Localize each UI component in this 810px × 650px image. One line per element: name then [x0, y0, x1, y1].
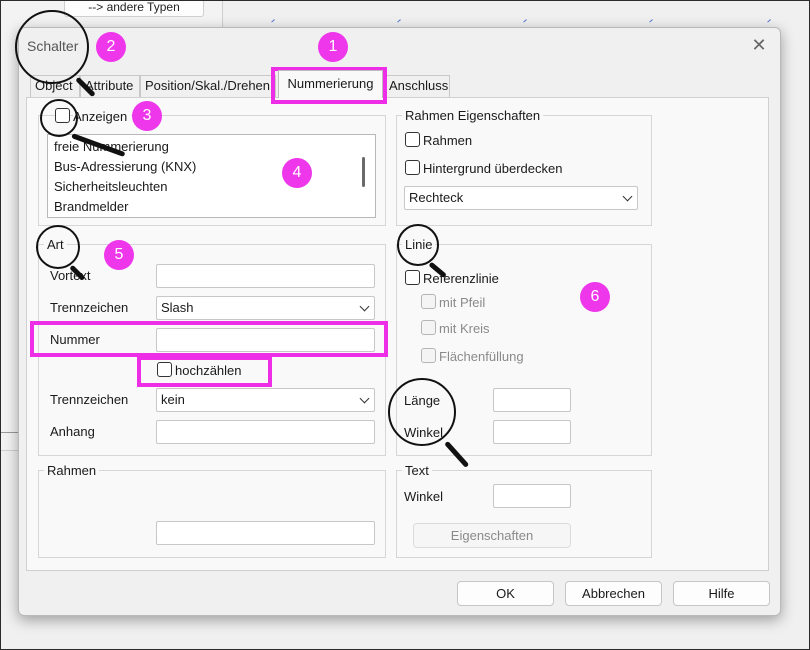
- properties-button[interactable]: Eigenschaften: [413, 523, 571, 548]
- line-angle-label: Winkel: [404, 425, 444, 440]
- tab-position[interactable]: Position/Skal./Drehen: [140, 75, 276, 97]
- separator2-select[interactable]: kein: [156, 388, 375, 412]
- show-label: Anzeigen: [73, 109, 132, 125]
- text-angle-label: Winkel: [404, 489, 444, 504]
- number-label: Nummer: [50, 332, 100, 347]
- chevron-down-icon: [622, 191, 633, 202]
- chevron-down-icon: [359, 393, 370, 404]
- increment-label: hochzählen: [175, 363, 242, 378]
- frame-checkbox[interactable]: [405, 132, 420, 147]
- cover-background-label: Hintergrund überdecken: [423, 161, 563, 176]
- arrow-checkbox[interactable]: [421, 294, 436, 309]
- text-legend: Text: [402, 463, 432, 478]
- tab-object[interactable]: Object: [30, 75, 80, 97]
- line-angle-input[interactable]: [493, 420, 571, 444]
- frame-label: Rahmen: [423, 133, 473, 148]
- vortext-input[interactable]: [156, 264, 375, 288]
- art-legend: Art: [44, 237, 67, 252]
- list-scrollbar[interactable]: [362, 157, 365, 187]
- dialog-title: Schalter: [27, 38, 79, 54]
- number-input[interactable]: [156, 328, 375, 352]
- list-item[interactable]: Brandmelder: [54, 199, 128, 215]
- line-legend: Linie: [402, 237, 436, 252]
- annotation-badge: 6: [580, 282, 610, 312]
- cover-background-checkbox[interactable]: [405, 160, 420, 175]
- length-input[interactable]: [493, 388, 571, 412]
- annotation-badge: 3: [132, 101, 162, 131]
- tab-attribute[interactable]: Attribute: [80, 75, 140, 97]
- shape-value: Rechteck: [409, 190, 464, 205]
- annotation-badge: 2: [96, 32, 126, 62]
- cancel-button[interactable]: Abbrechen: [565, 581, 662, 606]
- help-button[interactable]: Hilfe: [673, 581, 770, 606]
- other-types-button[interactable]: --> andere Typen: [64, 0, 204, 17]
- show-checkbox[interactable]: [55, 108, 70, 123]
- annotation-badge: 5: [104, 240, 134, 270]
- separator1-value: Slash: [161, 300, 194, 315]
- numbering-type-list[interactable]: freie Nummerierung Bus-Adressierung (KNX…: [47, 134, 376, 218]
- close-icon[interactable]: ✕: [748, 34, 770, 56]
- circle-checkbox[interactable]: [421, 320, 436, 335]
- rahmen-legend: Rahmen: [44, 463, 100, 478]
- shape-select[interactable]: Rechteck: [404, 186, 638, 210]
- separator2-label: Trennzeichen: [50, 392, 129, 407]
- vortext-label: Vortext: [50, 268, 91, 283]
- reference-line-label: Referenzlinie: [423, 271, 499, 286]
- suffix-input[interactable]: [156, 420, 375, 444]
- annotation-badge: 1: [318, 32, 348, 62]
- area-fill-checkbox[interactable]: [421, 348, 436, 363]
- chevron-down-icon: [359, 301, 370, 312]
- list-item[interactable]: Sicherheitsleuchten: [54, 179, 167, 195]
- annotation-badge: 4: [282, 158, 312, 188]
- list-item[interactable]: freie Nummerierung: [54, 139, 169, 155]
- increment-checkbox[interactable]: [157, 362, 172, 377]
- background-canvas-marks: [262, 18, 782, 26]
- tab-anschluss[interactable]: Anschluss: [384, 75, 450, 97]
- tab-nummerierung[interactable]: Nummerierung: [278, 70, 383, 98]
- reference-line-checkbox[interactable]: [405, 270, 420, 285]
- length-label: Länge: [404, 393, 441, 408]
- separator1-select[interactable]: Slash: [156, 296, 375, 320]
- text-angle-input[interactable]: [493, 484, 571, 508]
- ok-button[interactable]: OK: [457, 581, 554, 606]
- list-item[interactable]: Bus-Adressierung (KNX): [54, 159, 196, 175]
- arrow-label: mit Pfeil: [439, 295, 486, 310]
- suffix-label: Anhang: [50, 424, 95, 439]
- frame-properties-legend: Rahmen Eigenschaften: [402, 108, 544, 123]
- circle-label: mit Kreis: [439, 321, 490, 336]
- separator2-value: kein: [161, 392, 185, 407]
- separator1-label: Trennzeichen: [50, 300, 129, 315]
- area-fill-label: Flächenfüllung: [439, 349, 524, 364]
- rahmen-input[interactable]: [156, 521, 375, 545]
